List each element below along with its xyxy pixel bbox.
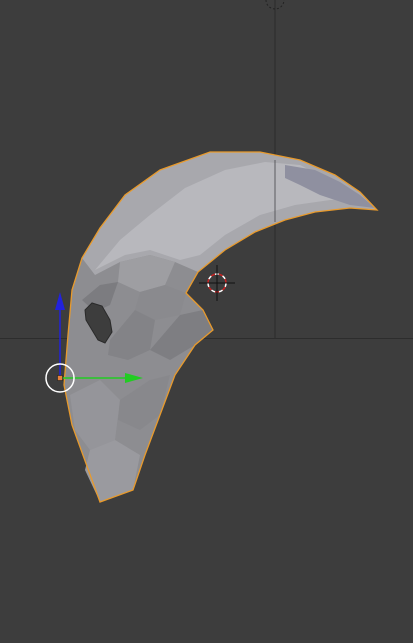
3d-viewport[interactable] [0,0,413,643]
object-origin-icon [57,375,63,381]
gizmo-z-arrow-icon[interactable] [55,292,65,310]
crescent-blade-mesh[interactable] [63,151,379,503]
3d-cursor-icon[interactable] [199,265,235,301]
viewport-canvas[interactable] [0,0,413,643]
